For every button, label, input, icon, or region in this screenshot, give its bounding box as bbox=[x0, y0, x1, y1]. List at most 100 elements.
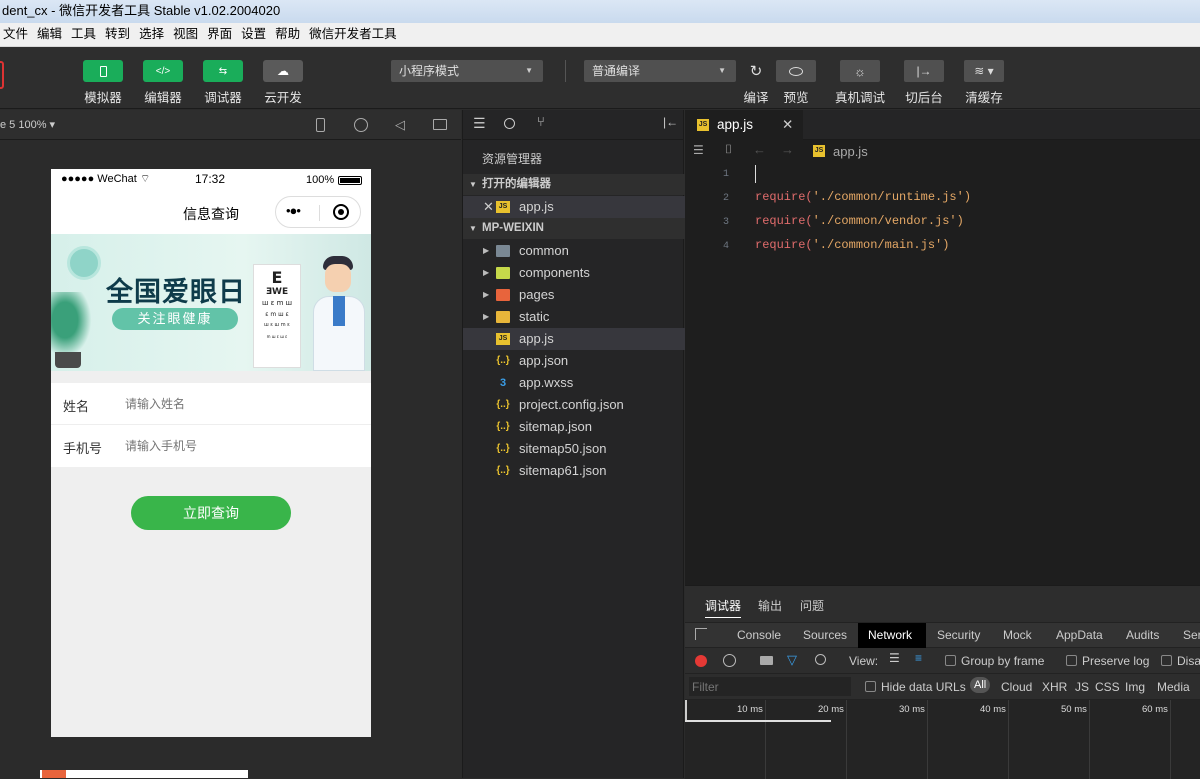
forward-arrow-icon[interactable]: → bbox=[781, 142, 794, 157]
folder-item[interactable]: ▶ common bbox=[463, 240, 685, 262]
text-cursor bbox=[755, 165, 756, 183]
tab-console[interactable]: Console bbox=[727, 623, 791, 648]
camera-icon[interactable] bbox=[760, 656, 773, 665]
type-filter-css[interactable]: CSS bbox=[1095, 680, 1120, 694]
record-icon[interactable] bbox=[354, 118, 368, 132]
menu-interface[interactable]: 界面 bbox=[207, 23, 232, 46]
tab-security-more[interactable]: Ser bbox=[1173, 623, 1200, 648]
code-function: require( bbox=[755, 238, 813, 252]
query-button[interactable]: 立即查询 bbox=[131, 496, 291, 530]
simulator-button[interactable] bbox=[83, 60, 123, 82]
menu-view[interactable]: 视图 bbox=[173, 23, 198, 46]
file-item[interactable]: 3 app.wxss bbox=[463, 372, 685, 394]
inspect-element-icon[interactable] bbox=[695, 628, 707, 640]
folder-item[interactable]: ▶ components bbox=[463, 262, 685, 284]
close-icon[interactable]: ✕ bbox=[782, 110, 793, 140]
tab-network[interactable]: Network bbox=[858, 623, 926, 648]
group-by-frame-checkbox[interactable]: Group by frame bbox=[945, 654, 1044, 668]
window-icon[interactable] bbox=[433, 119, 447, 130]
type-filter-js[interactable]: JS bbox=[1075, 680, 1089, 694]
capsule-button[interactable]: •●• bbox=[275, 196, 361, 228]
open-editors-section[interactable]: ▼ 打开的编辑器 bbox=[463, 174, 685, 195]
editor-button[interactable]: </> bbox=[143, 60, 183, 82]
clear-cache-button[interactable]: ≋ ▾ bbox=[964, 60, 1004, 82]
list-view-icon[interactable]: ☰ bbox=[889, 651, 900, 665]
type-filter-cloud[interactable]: Cloud bbox=[1001, 680, 1032, 694]
device-select[interactable]: e 5 100% ▾ bbox=[0, 110, 55, 140]
menu-wechat-devtools[interactable]: 微信开发者工具 bbox=[309, 23, 397, 46]
bookmark-icon[interactable]: ⌷ bbox=[725, 142, 732, 157]
timeline-tick: 30 ms bbox=[899, 704, 925, 715]
file-item[interactable]: {..} project.config.json bbox=[463, 394, 685, 416]
type-filter-media[interactable]: Media bbox=[1157, 680, 1190, 694]
tab-security[interactable]: Security bbox=[927, 623, 990, 648]
breadcrumb-file[interactable]: app.js bbox=[833, 144, 868, 159]
menu-select[interactable]: 选择 bbox=[139, 23, 164, 46]
back-arrow-icon[interactable]: ← bbox=[753, 142, 766, 157]
clear-icon[interactable] bbox=[723, 654, 736, 667]
phone-field[interactable] bbox=[125, 437, 355, 455]
preserve-log-label: Preserve log bbox=[1082, 654, 1150, 668]
menu-edit[interactable]: 编辑 bbox=[37, 23, 62, 46]
window-title: dent_cx - 微信开发者工具 Stable v1.02.2004020 bbox=[2, 3, 281, 18]
cloud-button[interactable]: ☁ bbox=[263, 60, 303, 82]
tab-mock[interactable]: Mock bbox=[993, 623, 1042, 648]
open-editor-item[interactable]: ✕ JS app.js bbox=[463, 196, 685, 218]
timeline-selection-edge[interactable] bbox=[685, 700, 687, 720]
timeline-gridline bbox=[846, 700, 847, 779]
name-field[interactable] bbox=[125, 395, 355, 413]
more-icon[interactable]: •●• bbox=[286, 203, 301, 218]
file-item[interactable]: {..} app.json bbox=[463, 350, 685, 372]
disable-cache-checkbox[interactable]: Disa bbox=[1161, 654, 1200, 668]
file-item[interactable]: {..} sitemap61.json bbox=[463, 460, 685, 482]
search-icon[interactable] bbox=[815, 654, 826, 665]
mode-select[interactable]: 小程序模式 ▼ bbox=[391, 60, 543, 82]
tab-debugger[interactable]: 调试器 bbox=[705, 597, 742, 618]
file-item[interactable]: {..} sitemap50.json bbox=[463, 438, 685, 460]
file-name: sitemap.json bbox=[519, 419, 592, 434]
type-filter-all[interactable]: All bbox=[970, 677, 991, 693]
menu-settings[interactable]: 设置 bbox=[241, 23, 266, 46]
timeline-tick: 20 ms bbox=[818, 704, 844, 715]
tab-sources[interactable]: Sources bbox=[793, 623, 857, 648]
project-section[interactable]: ▼ MP-WEIXIN bbox=[463, 218, 685, 239]
list-icon[interactable]: ☰ bbox=[473, 115, 486, 132]
tab-appdata[interactable]: AppData bbox=[1046, 623, 1113, 648]
menu-goto[interactable]: 转到 bbox=[105, 23, 130, 46]
volume-icon[interactable]: ◁ bbox=[395, 110, 405, 140]
git-branch-icon[interactable]: ⑂ bbox=[537, 114, 545, 129]
tab-output[interactable]: 输出 bbox=[758, 597, 782, 614]
app-icon[interactable] bbox=[42, 770, 66, 778]
debugger-button[interactable]: ⇆ bbox=[203, 60, 243, 82]
compile-mode-select[interactable]: 普通编译 ▼ bbox=[584, 60, 736, 82]
collapse-panel-icon[interactable]: |← bbox=[663, 115, 678, 129]
tab-app-js[interactable]: JS app.js ✕ bbox=[685, 110, 803, 140]
avatar[interactable] bbox=[0, 61, 4, 89]
folder-item[interactable]: ▶ static bbox=[463, 306, 685, 328]
type-filter-img[interactable]: Img bbox=[1125, 680, 1145, 694]
waterfall-view-icon[interactable]: ≡ bbox=[915, 651, 922, 665]
menu-help[interactable]: 帮助 bbox=[275, 23, 300, 46]
filter-input[interactable] bbox=[689, 677, 851, 696]
compile-button[interactable]: ↻ bbox=[736, 60, 776, 82]
close-mini-program-icon[interactable] bbox=[333, 204, 349, 220]
filter-icon[interactable]: ▽ bbox=[787, 652, 797, 668]
phone-rotate-icon[interactable] bbox=[316, 118, 325, 132]
tab-problems[interactable]: 问题 bbox=[800, 597, 824, 614]
search-icon[interactable] bbox=[504, 118, 515, 129]
hide-data-urls-checkbox[interactable]: Hide data URLs bbox=[865, 680, 966, 694]
real-device-debug-button[interactable]: ☼ bbox=[840, 60, 880, 82]
file-item[interactable]: JS app.js bbox=[463, 328, 685, 350]
close-icon[interactable]: ✕ bbox=[483, 196, 494, 218]
menu-tools[interactable]: 工具 bbox=[71, 23, 96, 46]
folder-item[interactable]: ▶ pages bbox=[463, 284, 685, 306]
record-icon[interactable] bbox=[695, 655, 707, 667]
outline-icon[interactable]: ☰ bbox=[693, 143, 704, 157]
menu-file[interactable]: 文件 bbox=[3, 23, 28, 46]
background-button[interactable]: |→ bbox=[904, 60, 944, 82]
type-filter-xhr[interactable]: XHR bbox=[1042, 680, 1067, 694]
preserve-log-checkbox[interactable]: Preserve log bbox=[1066, 654, 1149, 668]
tab-audits[interactable]: Audits bbox=[1116, 623, 1169, 648]
file-item[interactable]: {..} sitemap.json bbox=[463, 416, 685, 438]
preview-button[interactable] bbox=[776, 60, 816, 82]
